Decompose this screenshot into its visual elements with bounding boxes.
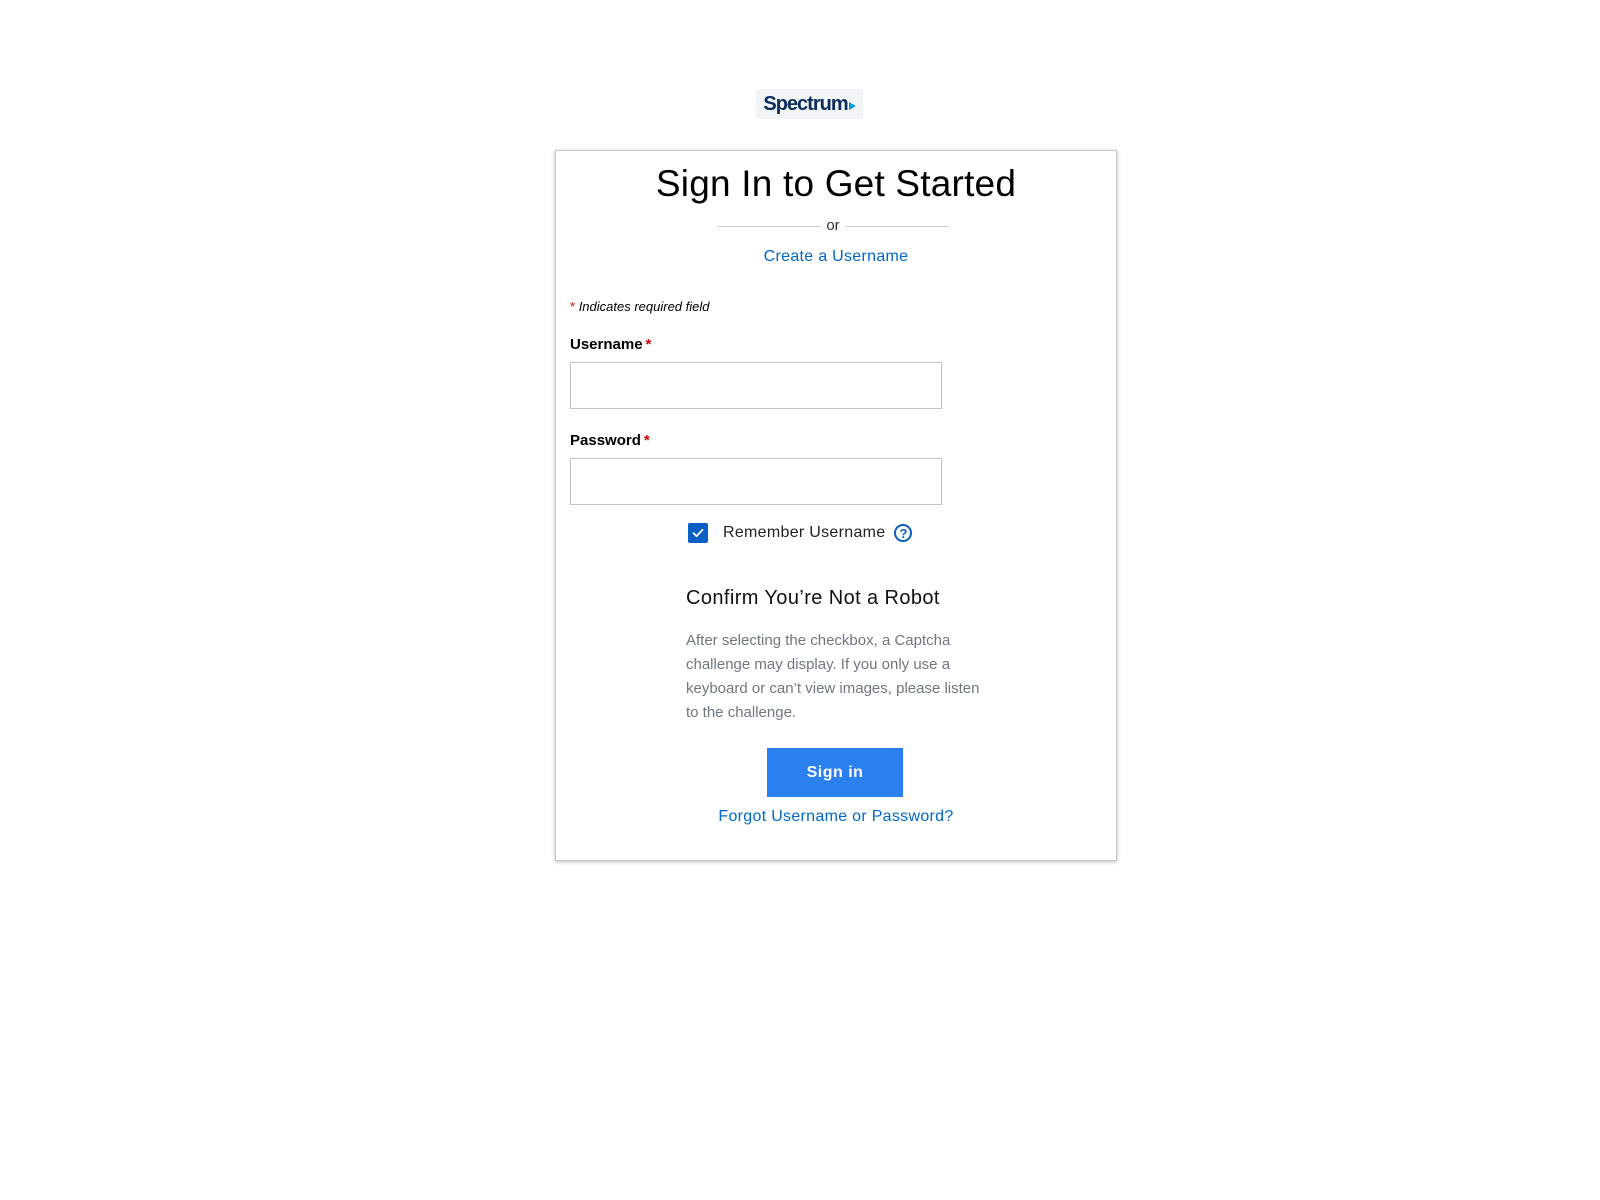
remember-username-row: Remember Username ? — [688, 523, 913, 543]
remember-username-label[interactable]: Remember Username — [723, 524, 885, 542]
divider-text: or — [826, 217, 840, 234]
password-input[interactable] — [570, 458, 942, 505]
create-username-link[interactable]: Create a Username — [555, 248, 1117, 266]
divider-line-right — [845, 226, 948, 227]
sign-in-button[interactable]: Sign in — [767, 748, 903, 797]
username-label: Username * — [570, 336, 651, 353]
logo-text: Spectrum — [763, 92, 848, 115]
password-label: Password * — [570, 432, 650, 449]
captcha-description: After selecting the checkbox, a Captcha … — [686, 632, 980, 721]
required-asterisk: * — [570, 299, 576, 314]
forgot-username-password-link[interactable]: Forgot Username or Password? — [555, 808, 1117, 826]
spectrum-logo: Spectrum — [756, 89, 863, 119]
captcha-title: Confirm You’re Not a Robot — [686, 587, 940, 609]
help-icon[interactable]: ? — [894, 524, 913, 542]
checkmark-icon — [692, 528, 704, 538]
remember-username-checkbox[interactable] — [688, 523, 708, 543]
username-label-text: Username — [570, 336, 643, 353]
or-divider: or — [718, 217, 948, 235]
divider-line-left — [718, 226, 821, 227]
required-note-text: Indicates required field — [578, 299, 710, 314]
password-required-asterisk: * — [643, 432, 650, 449]
play-arrow-icon — [848, 101, 856, 110]
required-field-note: * Indicates required field — [570, 299, 710, 314]
username-input[interactable] — [570, 362, 942, 409]
username-required-asterisk: * — [645, 336, 652, 353]
page-title: Sign In to Get Started — [655, 163, 1017, 204]
password-label-text: Password — [570, 432, 641, 449]
